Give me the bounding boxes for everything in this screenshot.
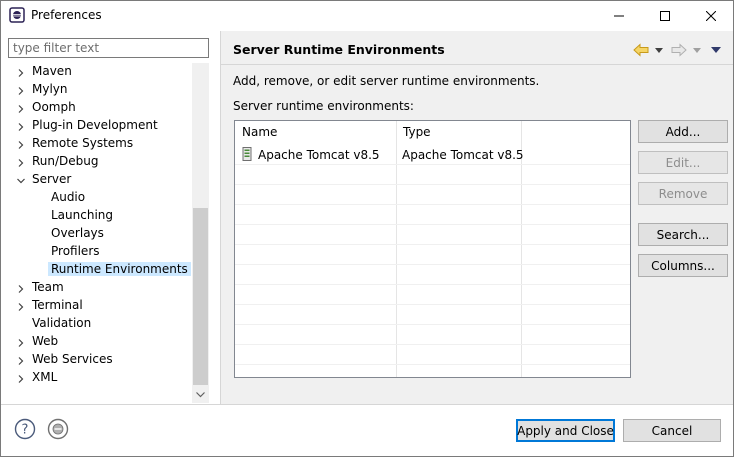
help-icon[interactable]: ? [14,418,36,440]
page-navigation [633,41,729,59]
tree-item[interactable]: Overlays [8,225,193,243]
chevron-down-icon[interactable] [16,175,26,185]
column-divider [396,121,397,377]
chevron-right-icon[interactable] [16,139,26,149]
chevron-right-icon[interactable] [16,283,26,293]
tree-item-label: Runtime Environments [48,262,191,276]
edit-button: Edit... [638,151,728,174]
tree-item[interactable]: Maven [8,63,193,81]
row-gridline [235,264,630,265]
back-dropdown-icon[interactable] [655,41,663,59]
scrollbar-thumb[interactable] [193,208,208,385]
chevron-right-icon[interactable] [16,67,26,77]
tree-item-label: Launching [51,208,114,222]
runtime-type-cell: Apache Tomcat v8.5 [402,148,524,162]
tree-item-label: Terminal [32,298,83,312]
tree-scrollbar[interactable] [192,63,209,403]
chevron-right-icon[interactable] [16,157,26,167]
runtime-name-cell: Apache Tomcat v8.5 [258,148,380,162]
tree-item[interactable]: Run/Debug [8,153,193,171]
tree-item-label: Team [32,280,64,294]
tree-item[interactable]: Profilers [8,243,193,261]
forward-dropdown-icon [693,41,701,59]
list-label: Server runtime environments: [233,99,414,113]
page-description: Add, remove, or edit server runtime envi… [233,74,540,88]
row-gridline [235,164,630,165]
tree-item-label: Remote Systems [32,136,134,150]
apply-and-close-button[interactable]: Apply and Close [516,419,615,442]
search-button[interactable]: Search... [638,223,728,246]
tree-item-label: Web Services [32,352,113,366]
chevron-right-icon[interactable] [16,373,26,383]
eclipse-icon [9,7,25,23]
title-bar: Preferences [0,0,734,31]
minimize-button[interactable] [596,0,642,31]
chevron-right-icon[interactable] [16,103,26,113]
runtime-table[interactable]: Name Type Apache Tomcat v8.5 Apache Tomc… [234,120,631,378]
row-gridline [235,324,630,325]
row-gridline [235,364,630,365]
tree-item[interactable]: Audio [8,189,193,207]
column-header-type[interactable]: Type [396,121,521,143]
tree-item[interactable]: Plug-in Development [8,117,193,135]
columns-button[interactable]: Columns... [638,254,728,277]
tree-item[interactable]: XML [8,369,193,387]
row-gridline [235,344,630,345]
tree-item-label: Plug-in Development [32,118,158,132]
tree-item[interactable]: Launching [8,207,193,225]
tree-item-label: Validation [32,316,92,330]
back-arrow-icon[interactable] [633,41,649,59]
cancel-button[interactable]: Cancel [623,419,721,442]
tree-item[interactable]: Web Services [8,351,193,369]
column-header-name[interactable]: Name [235,121,396,143]
tree-item-label: Maven [32,64,72,78]
close-button[interactable] [688,0,734,31]
import-export-icon[interactable] [47,418,69,440]
tree-item[interactable]: Mylyn [8,81,193,99]
row-gridline [235,204,630,205]
tree-item[interactable]: Server [8,171,193,189]
tomcat-server-icon [242,147,252,164]
row-gridline [235,224,630,225]
tree-item-label: Overlays [51,226,104,240]
chevron-right-icon[interactable] [16,355,26,365]
tree-item-label: Web [32,334,59,348]
page-title: Server Runtime Environments [233,42,445,57]
scroll-down-arrow[interactable] [192,386,209,403]
row-gridline [235,304,630,305]
row-gridline [235,244,630,245]
tree-item-label: XML [32,370,58,384]
remove-button: Remove [638,182,728,205]
preferences-tree: Maven Mylyn Oomph Plug-in Development Remote… [8,63,209,403]
chevron-right-icon[interactable] [16,85,26,95]
tree-item-label: Server [32,172,72,186]
tree-item-label: Oomph [32,100,76,114]
view-menu-icon[interactable] [711,41,721,59]
footer-divider [0,404,734,405]
tree-item[interactable]: Oomph [8,99,193,117]
tree-item-label: Profilers [51,244,100,258]
tree-item-label: Audio [51,190,86,204]
filter-input[interactable] [8,38,209,58]
tree-item[interactable]: Validation [8,315,193,333]
svg-text:?: ? [22,423,29,438]
tree-item[interactable]: Runtime Environments [8,261,193,279]
tree-item-label: Run/Debug [32,154,99,168]
tree-item[interactable]: Web [8,333,193,351]
window-title: Preferences [31,8,102,22]
chevron-right-icon[interactable] [16,121,26,131]
row-gridline [235,284,630,285]
row-gridline [235,184,630,185]
tree-item[interactable]: Terminal [8,297,193,315]
maximize-button[interactable] [642,0,688,31]
chevron-right-icon[interactable] [16,337,26,347]
header-divider [221,64,734,65]
tree-item[interactable]: Remote Systems [8,135,193,153]
chevron-right-icon[interactable] [16,301,26,311]
tree-item[interactable]: Team [8,279,193,297]
add-button[interactable]: Add... [638,120,728,143]
tree-item-label: Mylyn [32,82,68,96]
forward-arrow-icon [671,41,687,59]
preference-page: Server Runtime Environments Add, remove,… [220,31,734,404]
